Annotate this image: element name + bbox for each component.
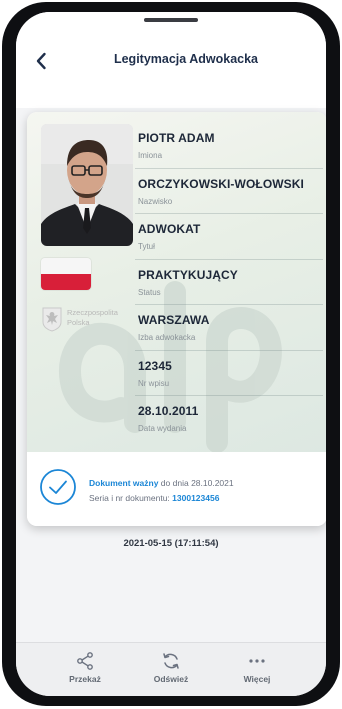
- polish-flag: [41, 258, 91, 290]
- more-button[interactable]: Więcej: [222, 651, 292, 684]
- refresh-label: Odśwież: [153, 674, 189, 684]
- serial-number: 1300123456: [172, 493, 220, 503]
- speaker-notch: [144, 18, 198, 22]
- page-title: Legitymacja Adwokacka: [113, 52, 259, 66]
- share-button[interactable]: Przekaż: [50, 651, 120, 684]
- share-label: Przekaż: [69, 674, 101, 684]
- id-card: Rzeczpospolita Polska PIOTR ADAM Imiona …: [27, 112, 326, 526]
- holder-photo: [41, 124, 133, 246]
- field-title: ADWOKAT Tytuł: [135, 213, 323, 259]
- phone-frame: Legitymacja Adwokacka Rzeczpospolita Pol…: [2, 2, 340, 706]
- emblem-text: Rzeczpospolita Polska: [67, 308, 118, 327]
- id-card-details: Rzeczpospolita Polska PIOTR ADAM Imiona …: [27, 112, 326, 452]
- field-surname: ORCZYKOWSKI-WOŁOWSKI Nazwisko: [135, 167, 323, 214]
- field-status: PRAKTYKUJĄCY Status: [135, 258, 323, 305]
- chevron-left-icon: [36, 52, 46, 70]
- app-header: Legitymacja Adwokacka: [16, 12, 326, 108]
- field-entry-number: 12345 Nr wpisu: [135, 349, 323, 396]
- back-button[interactable]: [28, 48, 54, 74]
- validity-section: Dokument ważny do dnia 28.10.2021 Seria …: [27, 452, 326, 526]
- bottom-nav: Przekaż Odśwież Więcej: [16, 642, 326, 696]
- eagle-emblem-icon: [42, 307, 62, 332]
- share-icon: [77, 652, 93, 670]
- serial-text: Seria i nr dokumentu: 1300123456: [89, 493, 220, 503]
- validity-text: Dokument ważny do dnia 28.10.2021: [89, 478, 234, 488]
- fields-list: PIOTR ADAM Imiona ORCZYKOWSKI-WOŁOWSKI N…: [135, 122, 323, 441]
- refresh-icon: [163, 653, 179, 669]
- app-screen: Legitymacja Adwokacka Rzeczpospolita Pol…: [16, 12, 326, 696]
- check-circle-icon: [40, 469, 76, 505]
- field-issue-date: 28.10.2011 Data wydania: [135, 395, 323, 441]
- refresh-button[interactable]: Odśwież: [136, 651, 206, 684]
- validity-status: Dokument ważny: [89, 478, 159, 488]
- refresh-timestamp: 2021-05-15 (17:11:54): [123, 538, 219, 549]
- more-icon: [249, 659, 265, 663]
- field-first-names: PIOTR ADAM Imiona: [138, 131, 215, 160]
- validity-date: 28.10.2021: [191, 478, 234, 488]
- field-bar-chamber: WARSZAWA Izba adwokacka: [135, 304, 323, 350]
- more-label: Więcej: [243, 674, 271, 684]
